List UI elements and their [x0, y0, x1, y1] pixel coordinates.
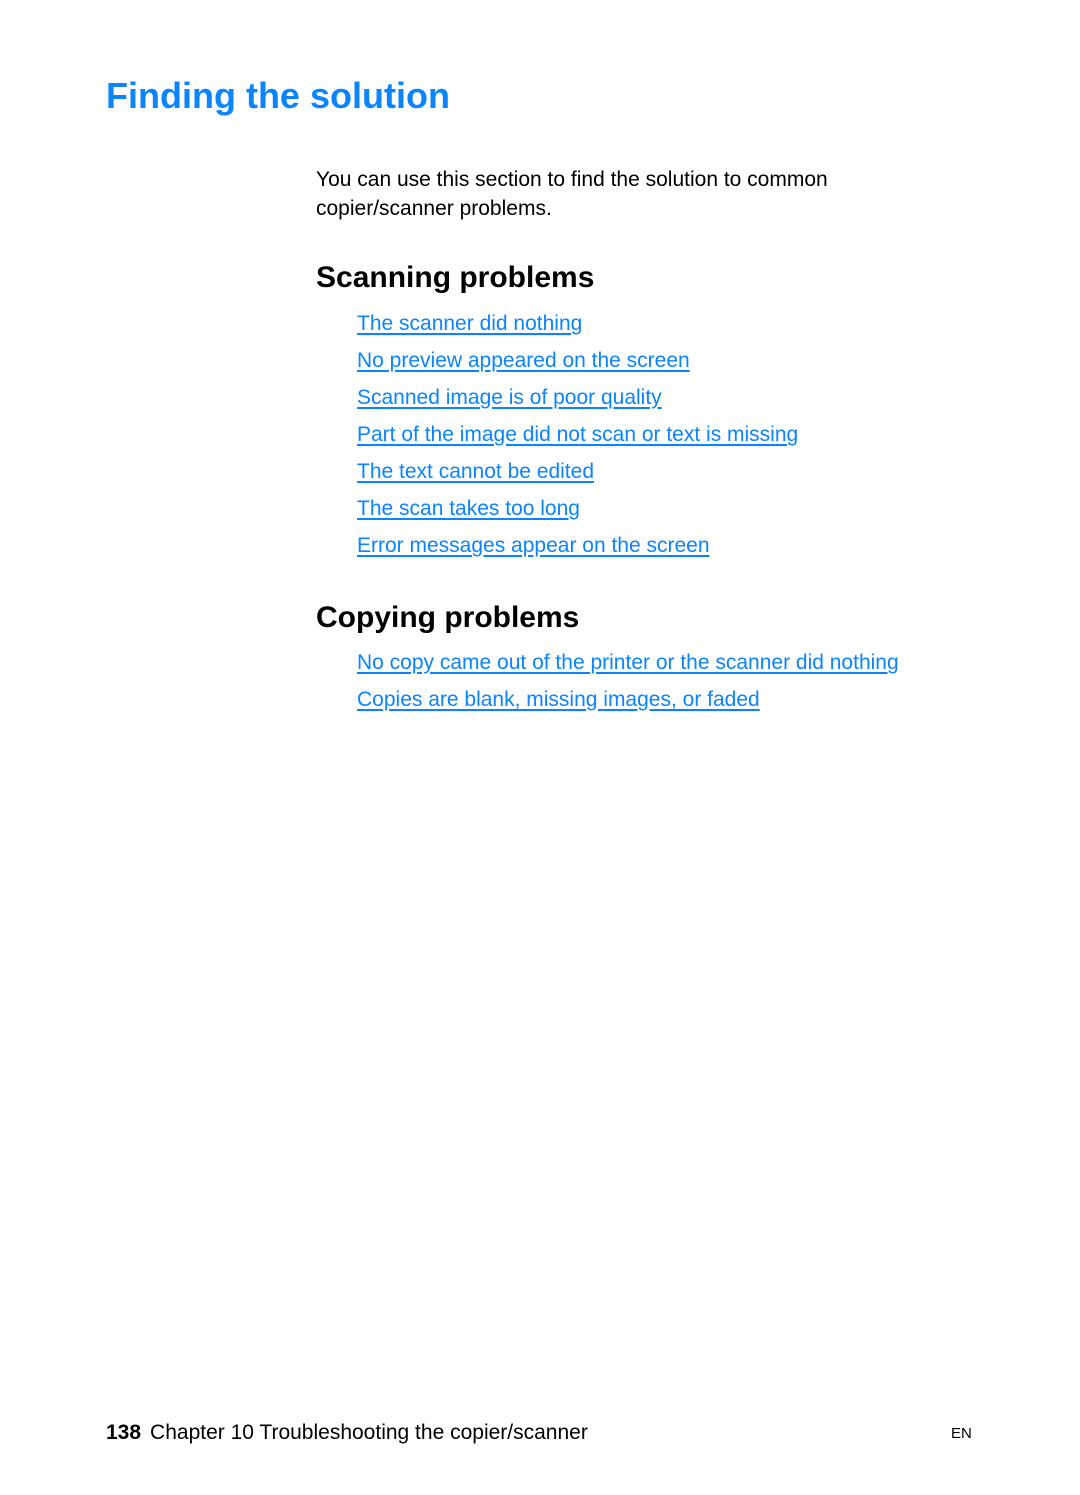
list-item: The scan takes too long: [357, 494, 798, 531]
link-text-not-editable[interactable]: The text cannot be edited: [357, 460, 594, 483]
copying-problems-links: No copy came out of the printer or the s…: [357, 648, 899, 722]
chapter-title: Chapter 10 Troubleshooting the copier/sc…: [150, 1421, 588, 1444]
link-scanner-did-nothing[interactable]: The scanner did nothing: [357, 312, 582, 335]
scanning-problems-links: The scanner did nothing No preview appea…: [357, 309, 798, 568]
list-item: Part of the image did not scan or text i…: [357, 420, 798, 457]
list-item: The scanner did nothing: [357, 309, 798, 346]
list-item: Copies are blank, missing images, or fad…: [357, 685, 899, 722]
language-code: EN: [951, 1425, 972, 1442]
list-item: No preview appeared on the screen: [357, 346, 798, 383]
page-title: Finding the solution: [106, 75, 450, 116]
link-copies-blank[interactable]: Copies are blank, missing images, or fad…: [357, 688, 760, 711]
copying-problems-heading: Copying problems: [316, 601, 580, 634]
link-part-missing[interactable]: Part of the image did not scan or text i…: [357, 423, 798, 446]
list-item: Scanned image is of poor quality: [357, 383, 798, 420]
scanning-problems-heading: Scanning problems: [316, 261, 595, 294]
list-item: Error messages appear on the screen: [357, 531, 798, 568]
link-scan-too-long[interactable]: The scan takes too long: [357, 497, 580, 520]
page-number: 138: [106, 1421, 142, 1444]
list-item: No copy came out of the printer or the s…: [357, 648, 899, 685]
list-item: The text cannot be edited: [357, 457, 798, 494]
intro-paragraph: You can use this section to find the sol…: [316, 168, 828, 220]
link-no-copy[interactable]: No copy came out of the printer or the s…: [357, 651, 899, 674]
link-error-messages[interactable]: Error messages appear on the screen: [357, 534, 710, 557]
link-no-preview[interactable]: No preview appeared on the screen: [357, 349, 690, 372]
link-poor-quality[interactable]: Scanned image is of poor quality: [357, 386, 662, 409]
page-footer: 138 Chapter 10 Troubleshooting the copier…: [106, 1418, 588, 1448]
